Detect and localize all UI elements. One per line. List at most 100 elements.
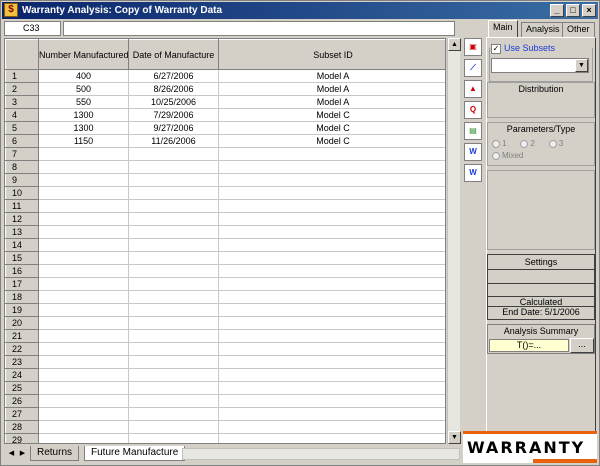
row-header[interactable]: 21 — [5, 329, 39, 343]
cell-number-manufactured[interactable] — [38, 199, 129, 213]
cell-date-of-manufacture[interactable] — [128, 316, 219, 330]
report-icon[interactable]: W — [464, 143, 482, 161]
cell-date-of-manufacture[interactable] — [128, 277, 219, 291]
cell-date-of-manufacture[interactable] — [128, 186, 219, 200]
cell-date-of-manufacture[interactable] — [128, 173, 219, 187]
tab-analysis[interactable]: Analysis — [521, 22, 565, 37]
cell-subset-id[interactable] — [218, 368, 445, 382]
cell-date-of-manufacture[interactable] — [128, 368, 219, 382]
scroll-down-arrow-icon[interactable]: ▼ — [448, 431, 461, 444]
cell-date-of-manufacture[interactable] — [128, 238, 219, 252]
cell-subset-id[interactable]: Model C — [218, 121, 445, 135]
cell-number-manufactured[interactable] — [38, 173, 129, 187]
plot-icon[interactable]: ⟋ — [464, 59, 482, 77]
cell-subset-id[interactable] — [218, 329, 445, 343]
calculate-icon[interactable]: ▣ — [464, 38, 482, 56]
row-header[interactable]: 25 — [5, 381, 39, 395]
cell-date-of-manufacture[interactable] — [128, 251, 219, 265]
cell-number-manufactured[interactable] — [38, 238, 129, 252]
cell-subset-id[interactable]: Model C — [218, 108, 445, 122]
cell-number-manufactured[interactable] — [38, 303, 129, 317]
row-header[interactable]: 7 — [5, 147, 39, 161]
cell-number-manufactured[interactable] — [38, 290, 129, 304]
cell-reference[interactable]: C33 — [4, 21, 61, 36]
sheet-next-arrow-icon[interactable]: ▶ — [17, 448, 28, 459]
cell-date-of-manufacture[interactable] — [128, 381, 219, 395]
chart-icon[interactable]: ▲ — [464, 80, 482, 98]
row-header[interactable]: 13 — [5, 225, 39, 239]
cell-subset-id[interactable] — [218, 186, 445, 200]
cell-subset-id[interactable]: Model A — [218, 69, 445, 83]
row-header[interactable]: 11 — [5, 199, 39, 213]
cell-subset-id[interactable] — [218, 147, 445, 161]
cell-number-manufactured[interactable] — [38, 394, 129, 408]
cell-number-manufactured[interactable] — [38, 329, 129, 343]
cell-number-manufactured[interactable] — [38, 212, 129, 226]
row-header[interactable]: 4 — [5, 108, 39, 122]
row-header[interactable]: 10 — [5, 186, 39, 200]
row-header[interactable]: 19 — [5, 303, 39, 317]
cell-subset-id[interactable] — [218, 225, 445, 239]
cell-number-manufactured[interactable] — [38, 147, 129, 161]
row-header[interactable]: 14 — [5, 238, 39, 252]
cell-date-of-manufacture[interactable] — [128, 407, 219, 421]
row-header[interactable]: 27 — [5, 407, 39, 421]
row-header[interactable]: 9 — [5, 173, 39, 187]
row-header[interactable]: 18 — [5, 290, 39, 304]
cell-number-manufactured[interactable] — [38, 381, 129, 395]
cell-date-of-manufacture[interactable]: 8/26/2006 — [128, 82, 219, 96]
cell-subset-id[interactable]: Model A — [218, 82, 445, 96]
cell-subset-id[interactable] — [218, 303, 445, 317]
cell-date-of-manufacture[interactable] — [128, 303, 219, 317]
row-header[interactable]: 26 — [5, 394, 39, 408]
radio-1[interactable]: 1 — [492, 139, 506, 148]
cell-number-manufactured[interactable]: 1150 — [38, 134, 129, 148]
cell-number-manufactured[interactable] — [38, 225, 129, 239]
row-header[interactable]: 6 — [5, 134, 39, 148]
row-header[interactable]: 28 — [5, 420, 39, 434]
cell-subset-id[interactable] — [218, 407, 445, 421]
close-button[interactable]: × — [582, 4, 596, 17]
cell-subset-id[interactable] — [218, 264, 445, 278]
row-header[interactable]: 29 — [5, 433, 39, 443]
cell-date-of-manufacture[interactable] — [128, 199, 219, 213]
row-header[interactable]: 22 — [5, 342, 39, 356]
row-header[interactable]: 3 — [5, 95, 39, 109]
cell-subset-id[interactable] — [218, 173, 445, 187]
row-header[interactable]: 1 — [5, 69, 39, 83]
maximize-button[interactable]: □ — [566, 4, 580, 17]
cell-number-manufactured[interactable]: 1300 — [38, 121, 129, 135]
row-header[interactable]: 12 — [5, 212, 39, 226]
row-header[interactable]: 20 — [5, 316, 39, 330]
cell-number-manufactured[interactable]: 550 — [38, 95, 129, 109]
cell-number-manufactured[interactable] — [38, 160, 129, 174]
cell-number-manufactured[interactable] — [38, 342, 129, 356]
cell-date-of-manufacture[interactable] — [128, 290, 219, 304]
cell-subset-id[interactable]: Model A — [218, 95, 445, 109]
cell-date-of-manufacture[interactable]: 6/27/2006 — [128, 69, 219, 83]
cell-number-manufactured[interactable] — [38, 264, 129, 278]
formula-bar[interactable] — [63, 21, 455, 36]
cell-date-of-manufacture[interactable]: 11/26/2006 — [128, 134, 219, 148]
row-header[interactable]: 24 — [5, 368, 39, 382]
summary-value-field[interactable]: T()=... — [489, 339, 569, 352]
minimize-button[interactable]: _ — [550, 4, 564, 17]
cell-date-of-manufacture[interactable] — [128, 264, 219, 278]
sheet-prev-arrow-icon[interactable]: ◀ — [6, 448, 17, 459]
forecast-icon[interactable]: ▤ — [464, 122, 482, 140]
cell-number-manufactured[interactable] — [38, 355, 129, 369]
cell-number-manufactured[interactable] — [38, 316, 129, 330]
cell-date-of-manufacture[interactable] — [128, 212, 219, 226]
row-header[interactable]: 17 — [5, 277, 39, 291]
summary-browse-button[interactable]: ... — [570, 338, 594, 353]
scroll-up-arrow-icon[interactable]: ▲ — [448, 38, 461, 51]
tab-other[interactable]: Other — [562, 22, 595, 37]
column-header-date-of-manufacture[interactable]: Date of Manufacture — [128, 39, 219, 70]
cell-number-manufactured[interactable]: 500 — [38, 82, 129, 96]
cell-number-manufactured[interactable] — [38, 368, 129, 382]
row-header[interactable]: 23 — [5, 355, 39, 369]
chevron-down-icon[interactable]: ▼ — [575, 59, 588, 72]
radio-3[interactable]: 3 — [548, 139, 563, 148]
cell-subset-id[interactable] — [218, 251, 445, 265]
cell-number-manufactured[interactable] — [38, 433, 129, 443]
